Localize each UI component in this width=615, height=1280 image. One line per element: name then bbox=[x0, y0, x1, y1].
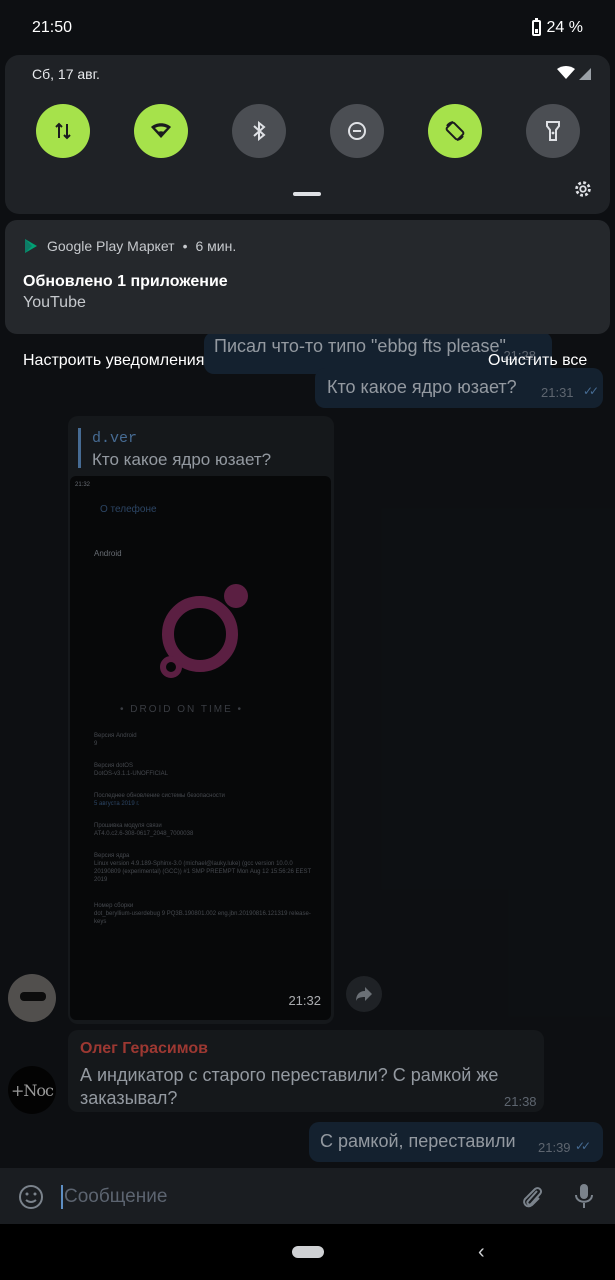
shot-line: Прошивка модуля связи bbox=[94, 823, 162, 829]
status-bar: 21:50 24 % bbox=[0, 0, 615, 55]
media-time: 21:32 bbox=[288, 993, 321, 1008]
message-in[interactable]: Олег Герасимов А индикатор с старого пер… bbox=[68, 1030, 544, 1112]
avatar[interactable]: +Noc bbox=[8, 1066, 56, 1114]
shot-line: 9 bbox=[94, 741, 98, 747]
notification-card[interactable]: Google Play Маркет • 6 мин. Обновлено 1 … bbox=[5, 220, 610, 334]
qs-date: Сб, 17 авг. bbox=[32, 66, 100, 82]
reply-quote: Кто какое ядро юзает? bbox=[92, 450, 272, 469]
bluetooth-icon bbox=[253, 121, 266, 141]
message-text: А индикатор с старого переставили? С рам… bbox=[80, 1065, 499, 1108]
message-text: С рамкой, переставили bbox=[320, 1131, 516, 1151]
message-input-bar bbox=[0, 1168, 615, 1224]
shot-line: Номер сборки bbox=[94, 903, 134, 909]
notification-age: 6 мин. bbox=[195, 238, 237, 254]
dnd-icon bbox=[348, 122, 366, 140]
tile-wifi[interactable] bbox=[134, 104, 188, 158]
shot-android: Android bbox=[94, 549, 122, 558]
shot-line: Версия Android bbox=[94, 733, 137, 739]
notification-body: YouTube bbox=[23, 294, 86, 311]
notification-app: Google Play Маркет bbox=[47, 238, 175, 254]
media-image[interactable]: 21:32 О телефоне Android • DROID ON TIME… bbox=[70, 476, 331, 1020]
shot-line: AT4.0.c2.6-308-0617_2048_7000038 bbox=[94, 831, 194, 837]
logo-ring bbox=[160, 656, 182, 678]
tile-mobile-data[interactable] bbox=[36, 104, 90, 158]
shot-line: DotOS-v3.1.1-UNOFFICIAL bbox=[94, 771, 169, 777]
wifi-icon bbox=[151, 123, 171, 138]
tile-dnd[interactable] bbox=[330, 104, 384, 158]
auto-rotate-icon bbox=[445, 121, 465, 141]
avatar-logo: +Noc bbox=[11, 1080, 54, 1100]
emoji-icon[interactable] bbox=[18, 1184, 44, 1210]
read-checks-icon: ✓✓ bbox=[583, 384, 599, 398]
shot-line: Версия ядра bbox=[94, 853, 130, 859]
message-input[interactable] bbox=[64, 1182, 484, 1212]
wifi-icon bbox=[557, 66, 575, 79]
reply-author: d.ver bbox=[92, 430, 138, 447]
reply-bar bbox=[78, 428, 81, 468]
notification-header: Google Play Маркет • 6 мин. bbox=[23, 238, 236, 254]
shot-line: Последнее обновление системы безопасност… bbox=[94, 793, 225, 799]
message-out[interactable]: С рамкой, переставили 21:39 ✓✓ bbox=[309, 1122, 603, 1162]
cell-signal-icon bbox=[579, 68, 591, 80]
message-text: Кто какое ядро юзает? bbox=[327, 377, 517, 397]
gear-icon[interactable] bbox=[572, 178, 594, 200]
notification-dot: • bbox=[182, 238, 188, 254]
flashlight-icon bbox=[546, 121, 560, 141]
sunglasses-shape bbox=[20, 992, 46, 1001]
battery-percent: 24 % bbox=[546, 18, 583, 36]
message-author: Олег Герасимов bbox=[80, 1040, 208, 1057]
avatar[interactable] bbox=[8, 974, 56, 1022]
system-nav-bar: ‹ bbox=[0, 1224, 615, 1280]
notification-actions: Настроить уведомления Очистить все bbox=[0, 352, 615, 376]
share-icon[interactable] bbox=[346, 976, 382, 1012]
manage-notifications-button[interactable]: Настроить уведомления bbox=[23, 352, 204, 370]
tile-auto-rotate[interactable] bbox=[428, 104, 482, 158]
attach-icon[interactable] bbox=[520, 1184, 544, 1210]
logo-dot bbox=[224, 584, 248, 608]
shot-time: 21:32 bbox=[75, 482, 91, 488]
quick-settings-panel: Сб, 17 авг. bbox=[5, 55, 610, 214]
shot-line: Версия dotOS bbox=[94, 763, 133, 769]
text-cursor bbox=[61, 1185, 63, 1209]
status-time: 21:50 bbox=[32, 18, 73, 36]
shot-brand: • DROID ON TIME • bbox=[120, 704, 244, 715]
shot-line: Linux version 4.9.189-Sphinx-3.0 (michae… bbox=[94, 861, 312, 883]
qs-signal bbox=[557, 66, 591, 80]
home-pill[interactable] bbox=[292, 1246, 324, 1258]
message-time: 21:31 bbox=[541, 385, 574, 400]
tile-flashlight[interactable] bbox=[526, 104, 580, 158]
notification-title: Обновлено 1 приложение bbox=[23, 273, 228, 290]
shot-line: dot_beryllium-userdebug 9 PQ3B.190801.00… bbox=[94, 911, 311, 925]
data-transfer-icon bbox=[55, 122, 71, 140]
qs-drag-handle[interactable] bbox=[293, 192, 321, 196]
play-store-icon bbox=[25, 239, 37, 253]
clear-all-button[interactable]: Очистить все bbox=[488, 352, 587, 370]
shot-title: О телефоне bbox=[100, 504, 157, 515]
shot-line: 5 августа 2019 г. bbox=[94, 801, 140, 807]
message-time: 21:39 bbox=[538, 1140, 571, 1155]
back-icon[interactable]: ‹ bbox=[478, 1241, 485, 1264]
status-icons: 24 % bbox=[531, 17, 583, 37]
microphone-icon[interactable] bbox=[574, 1182, 594, 1210]
battery-charging-icon bbox=[531, 17, 541, 36]
message-time: 21:38 bbox=[504, 1094, 537, 1109]
read-checks-icon: ✓✓ bbox=[575, 1139, 591, 1153]
tile-bluetooth[interactable] bbox=[232, 104, 286, 158]
